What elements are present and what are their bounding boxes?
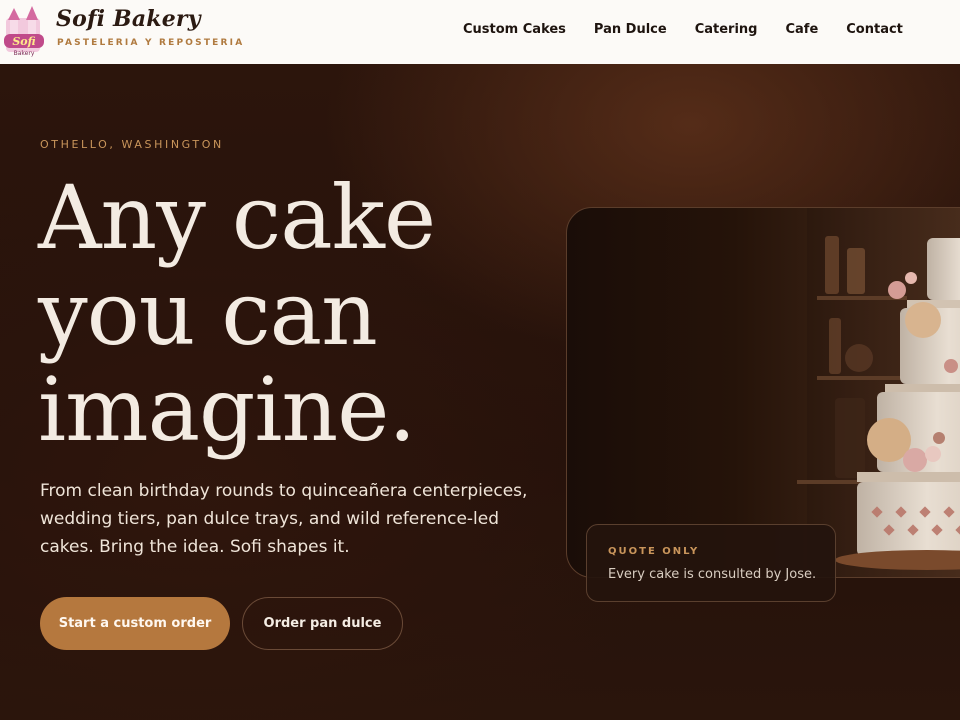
hero-eyebrow: OTHELLO, WASHINGTON	[40, 138, 224, 151]
nav-cafe[interactable]: Cafe	[785, 22, 818, 37]
logo-castle-icon: Sofi Bakery	[4, 6, 44, 57]
headline-line-3: imagine.	[38, 358, 416, 461]
headline-line-2: you can	[38, 262, 378, 365]
logo-badge[interactable]: Sofi Bakery	[0, 4, 48, 62]
quote-label: QUOTE ONLY	[608, 546, 700, 557]
quote-card: QUOTE ONLY Every cake is consulted by Jo…	[586, 524, 836, 602]
hero-headline: Any cake you can imagine.	[38, 170, 558, 458]
nav-contact[interactable]: Contact	[846, 22, 903, 37]
headline-line-1: Any cake	[38, 166, 436, 269]
order-pan-dulce-button[interactable]: Order pan dulce	[242, 597, 403, 650]
brand-name[interactable]: Sofi Bakery	[56, 6, 201, 32]
site-header: Sofi Bakery Sofi Bakery PASTELERIA Y REP…	[0, 0, 960, 64]
hero-section: OTHELLO, WASHINGTON Any cake you can ima…	[0, 64, 960, 720]
quote-text: Every cake is consulted by Jose.	[608, 567, 817, 582]
nav-custom-cakes[interactable]: Custom Cakes	[463, 22, 566, 37]
start-custom-order-button[interactable]: Start a custom order	[40, 597, 230, 650]
tiered-cake-image	[797, 208, 960, 577]
cake-photo	[566, 207, 960, 578]
logo-text: Sofi	[12, 35, 35, 48]
logo-sub: Bakery	[14, 50, 35, 57]
main-nav: Custom Cakes Pan Dulce Catering Cafe Con…	[463, 22, 903, 37]
hero-lede: From clean birthday rounds to quinceañer…	[40, 481, 528, 557]
brand-tagline: PASTELERIA Y REPOSTERIA	[57, 38, 245, 48]
nav-pan-dulce[interactable]: Pan Dulce	[594, 22, 667, 37]
nav-catering[interactable]: Catering	[695, 22, 758, 37]
